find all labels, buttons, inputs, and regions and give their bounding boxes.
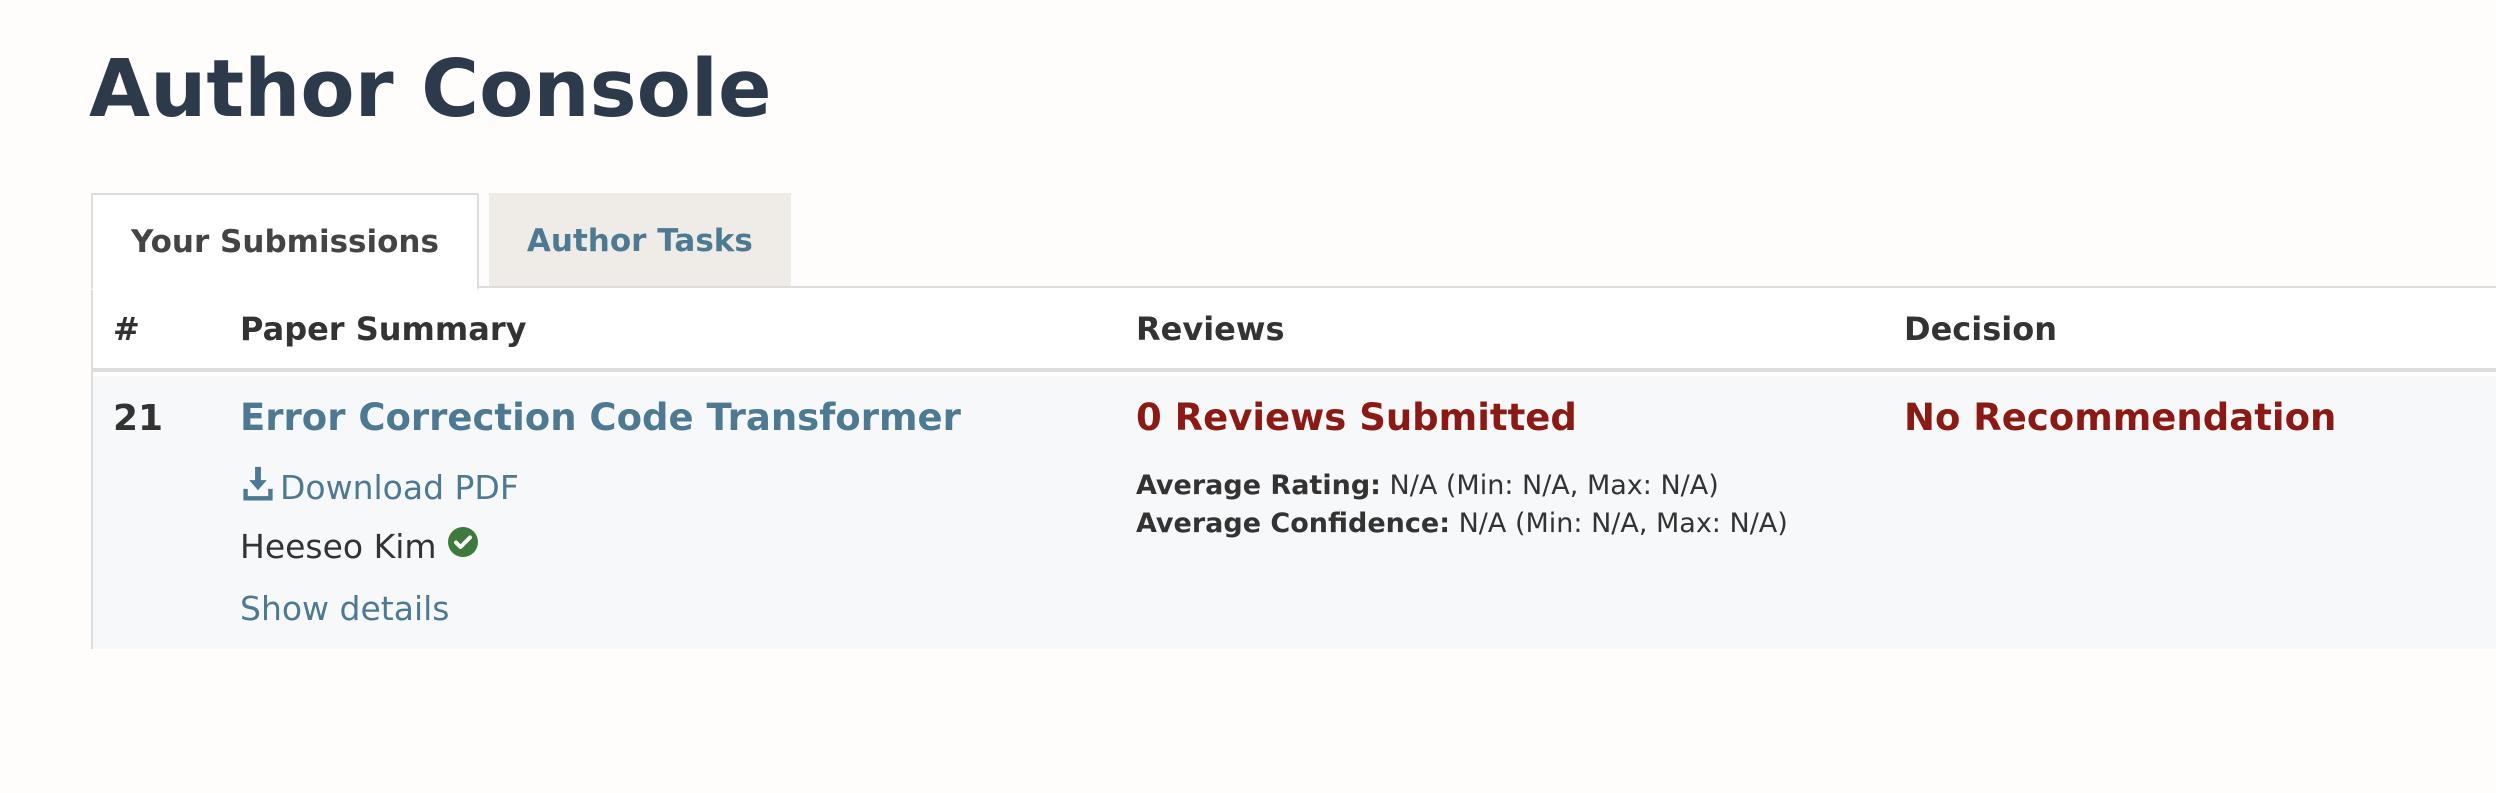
verified-check-icon (447, 526, 479, 566)
average-rating-label: Average Rating: (1136, 470, 1381, 501)
show-details-link[interactable]: Show details (240, 589, 449, 628)
column-header-reviews: Reviews (1136, 310, 1285, 348)
author-entry: Heeseo Kim (240, 526, 479, 566)
table-header: # Paper Summary Reviews Decision (93, 288, 2496, 372)
column-header-decision: Decision (1904, 310, 2057, 348)
author-name: Heeseo Kim (240, 526, 437, 566)
console-tabs: Your Submissions Author Tasks (91, 193, 791, 290)
column-header-paper-summary: Paper Summary (240, 310, 527, 348)
download-pdf-link[interactable]: Download PDF (240, 464, 519, 510)
decision-status: No Recommendation (1904, 396, 2337, 439)
paper-title-link[interactable]: Error Correction Code Transformer (240, 396, 961, 439)
table-row: 21 Error Correction Code Transformer Dow… (93, 376, 2496, 649)
average-rating: Average Rating: N/A (Min: N/A, Max: N/A) (1136, 470, 1719, 501)
page-title: Author Console (89, 43, 772, 135)
reviews-submitted-status: 0 Reviews Submitted (1136, 396, 1577, 439)
average-rating-value: N/A (Min: N/A, Max: N/A) (1389, 470, 1719, 501)
average-confidence-label: Average Confidence: (1136, 508, 1450, 539)
average-confidence-value: N/A (Min: N/A, Max: N/A) (1458, 508, 1788, 539)
download-icon (240, 464, 276, 510)
submissions-table: # Paper Summary Reviews Decision 21 Erro… (91, 286, 2496, 649)
paper-number: 21 (113, 398, 164, 439)
author-console-page: Author Console Your Submissions Author T… (0, 0, 2496, 793)
tab-author-tasks[interactable]: Author Tasks (488, 193, 791, 288)
download-pdf-label: Download PDF (280, 467, 519, 507)
column-header-number: # (113, 310, 140, 348)
tab-your-submissions[interactable]: Your Submissions (91, 193, 479, 290)
average-confidence: Average Confidence: N/A (Min: N/A, Max: … (1136, 508, 1788, 539)
